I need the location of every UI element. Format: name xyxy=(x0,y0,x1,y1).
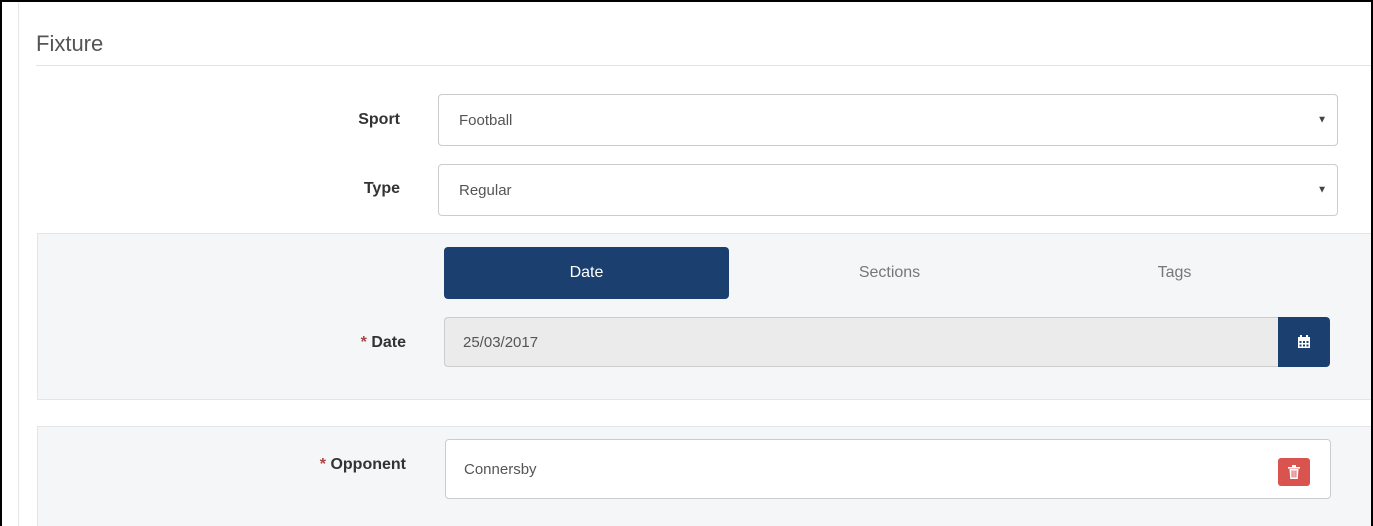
title-divider xyxy=(36,65,1371,66)
opponent-value: Connersby xyxy=(464,460,537,478)
tab-date[interactable]: Date xyxy=(444,247,729,299)
sport-select[interactable]: Football ▼ xyxy=(438,94,1338,146)
calendar-icon xyxy=(1298,335,1310,348)
sport-label: Sport xyxy=(358,111,400,128)
left-border xyxy=(18,2,19,526)
remove-opponent-button[interactable] xyxy=(1278,458,1310,486)
required-mark: * xyxy=(360,334,367,351)
calendar-button[interactable] xyxy=(1278,317,1330,367)
trash-icon xyxy=(1288,465,1300,479)
date-label-text: Date xyxy=(371,334,406,351)
chevron-down-icon: ▼ xyxy=(1317,114,1327,126)
type-value: Regular xyxy=(459,181,512,199)
section-title: Fixture xyxy=(36,31,104,56)
date-label: * Date xyxy=(302,334,406,352)
chevron-down-icon: ▼ xyxy=(1317,184,1327,196)
sport-value: Football xyxy=(459,111,513,129)
date-value: 25/03/2017 xyxy=(463,333,539,351)
tab-tags[interactable]: Tags xyxy=(1032,247,1317,299)
opponent-label-text: Opponent xyxy=(330,456,406,473)
tab-sections[interactable]: Sections xyxy=(747,247,1032,299)
opponent-field[interactable]: Connersby xyxy=(445,439,1331,499)
type-select[interactable]: Regular ▼ xyxy=(438,164,1338,216)
fixture-form: Fixture Sport Football ▼ Type Regular ▼ … xyxy=(2,2,1371,526)
opponent-label: * Opponent xyxy=(252,456,406,474)
date-input[interactable]: 25/03/2017 xyxy=(444,317,1280,367)
type-label: Type xyxy=(363,180,400,197)
required-mark: * xyxy=(319,456,326,473)
